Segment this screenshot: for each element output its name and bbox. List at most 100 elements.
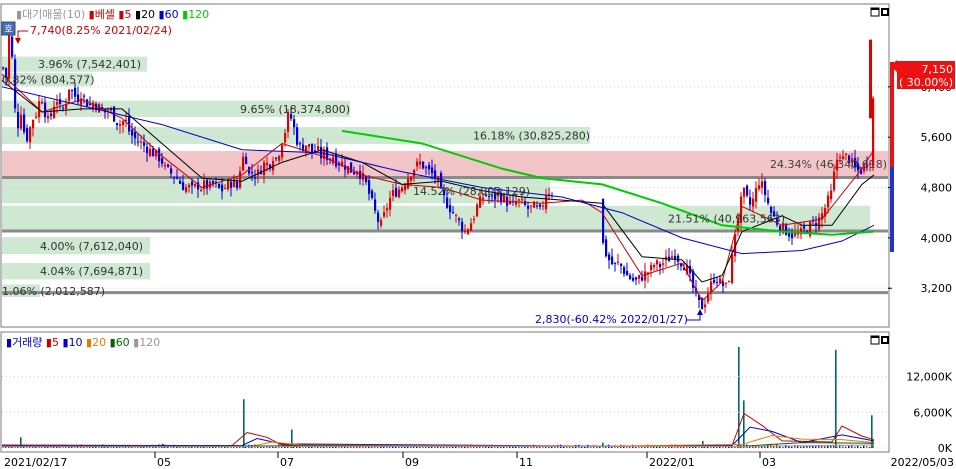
candle-body bbox=[191, 181, 194, 186]
supply-zone-label: 21.51% (40,963,563) bbox=[668, 213, 785, 226]
candle-body bbox=[137, 141, 140, 143]
candle-body bbox=[431, 167, 434, 174]
candle-body bbox=[407, 178, 410, 189]
candle-body bbox=[176, 177, 179, 179]
candle-body bbox=[380, 220, 383, 226]
hoga-button[interactable]: 호 bbox=[1, 21, 16, 36]
candle-body bbox=[86, 99, 89, 107]
volume-bar bbox=[860, 447, 862, 448]
candle-body bbox=[482, 197, 485, 200]
candle-body bbox=[206, 179, 209, 189]
candle-body bbox=[8, 33, 11, 79]
candle-body bbox=[713, 279, 716, 283]
candle-body bbox=[23, 114, 26, 132]
candle-body bbox=[404, 185, 407, 191]
legend-label: 거래량 bbox=[12, 336, 42, 349]
candle-body bbox=[650, 265, 653, 271]
candle-body bbox=[143, 142, 146, 146]
candle-body bbox=[410, 176, 413, 181]
volume-bar bbox=[824, 446, 826, 448]
volume-spike bbox=[835, 349, 837, 448]
candle-body bbox=[830, 190, 833, 200]
candle-body bbox=[608, 254, 611, 261]
candle-body bbox=[428, 165, 431, 170]
candle-body bbox=[422, 161, 425, 169]
candle-body bbox=[413, 169, 416, 177]
candle-body bbox=[35, 116, 38, 118]
legend-label: 20 bbox=[141, 8, 155, 21]
candle-body bbox=[368, 180, 371, 194]
candle-body bbox=[704, 304, 707, 308]
volume-spike bbox=[738, 346, 740, 448]
x-tick-label: 05 bbox=[157, 456, 171, 469]
candle-body bbox=[311, 143, 314, 152]
candle-body bbox=[365, 176, 368, 183]
svg-text:▮대기매물(10) ▮베셀 ▮5 ▮20 ▮60 ▮120: ▮대기매물(10) ▮베셀 ▮5 ▮20 ▮60 ▮120 bbox=[16, 8, 209, 21]
candle-body bbox=[122, 121, 125, 126]
volume-bar bbox=[803, 446, 805, 448]
legend-swatch: ▮ bbox=[132, 8, 142, 21]
candle-body bbox=[224, 188, 227, 190]
supply-zone-label: 3.96% (7,542,401) bbox=[38, 58, 141, 71]
candle-body bbox=[230, 181, 233, 188]
candle-body bbox=[296, 127, 299, 145]
candle-body bbox=[674, 255, 677, 260]
candle-body bbox=[167, 164, 170, 167]
volume-bar bbox=[419, 447, 421, 448]
candle-body bbox=[524, 201, 527, 206]
legend-label: 120 bbox=[188, 8, 209, 21]
candle-body bbox=[827, 195, 830, 208]
volume-bar bbox=[503, 446, 505, 448]
volume-panel-maximize-button[interactable] bbox=[870, 335, 880, 345]
legend-label: 20 bbox=[92, 336, 106, 349]
candle-body bbox=[791, 233, 794, 239]
candle-body bbox=[530, 205, 533, 207]
candle-body bbox=[458, 218, 461, 221]
x-tick-label: 09 bbox=[405, 456, 419, 469]
candle-body bbox=[194, 184, 197, 187]
candle-body bbox=[629, 275, 632, 279]
legend-label: 베셀 bbox=[95, 8, 115, 21]
volume-bar bbox=[788, 446, 790, 448]
chart-canvas[interactable]: 3.96% (7,542,401) 0.82% (804,577) 9.65% (1… bbox=[0, 0, 956, 469]
candle-body bbox=[764, 181, 767, 195]
candle-body bbox=[803, 226, 806, 229]
candle-body bbox=[632, 277, 635, 281]
candle-body bbox=[353, 172, 356, 175]
candle-body bbox=[653, 265, 656, 268]
high-annotation-text: 7,740(8.25% 2021/02/24) bbox=[30, 24, 172, 37]
candle-body bbox=[758, 185, 761, 189]
candle-body bbox=[452, 212, 455, 214]
volume-bar bbox=[812, 446, 814, 448]
volume-bar bbox=[863, 445, 865, 448]
candle-body bbox=[872, 98, 875, 166]
candle-body-last bbox=[869, 39, 872, 119]
candle-body bbox=[398, 189, 401, 198]
volume-bar bbox=[431, 446, 433, 448]
candle-body bbox=[386, 208, 389, 211]
candle-body bbox=[623, 267, 626, 275]
svg-text:▮거래량 ▮5 ▮10 ▮20 ▮60 ▮120: ▮거래량 ▮5 ▮10 ▮20 ▮60 ▮120 bbox=[6, 336, 160, 349]
candle-body bbox=[299, 143, 302, 145]
candle-body bbox=[731, 253, 734, 284]
candle-body bbox=[332, 157, 335, 164]
candle-body bbox=[455, 214, 458, 216]
candle-body bbox=[239, 171, 242, 188]
legend-swatch: ▮ bbox=[179, 8, 189, 21]
legend-label: 60 bbox=[165, 8, 179, 21]
volume-spike bbox=[602, 442, 604, 448]
candle-body bbox=[278, 156, 281, 161]
volume-spike bbox=[243, 399, 245, 448]
price-panel-close-button[interactable] bbox=[881, 8, 889, 16]
candle-body bbox=[26, 128, 29, 141]
volume-panel-close-button[interactable] bbox=[881, 336, 889, 344]
supply-zone-label: 1.06% (2,012,587) bbox=[2, 285, 105, 298]
candle-body bbox=[20, 114, 23, 129]
candle-body bbox=[275, 157, 278, 159]
candle-body bbox=[179, 180, 182, 184]
supply-zone-label: 4.00% (7,612,040) bbox=[40, 240, 143, 253]
price-panel-maximize-button[interactable] bbox=[870, 7, 880, 17]
candle-body bbox=[266, 162, 269, 166]
volume-bar bbox=[848, 445, 850, 448]
candle-body bbox=[845, 153, 848, 155]
